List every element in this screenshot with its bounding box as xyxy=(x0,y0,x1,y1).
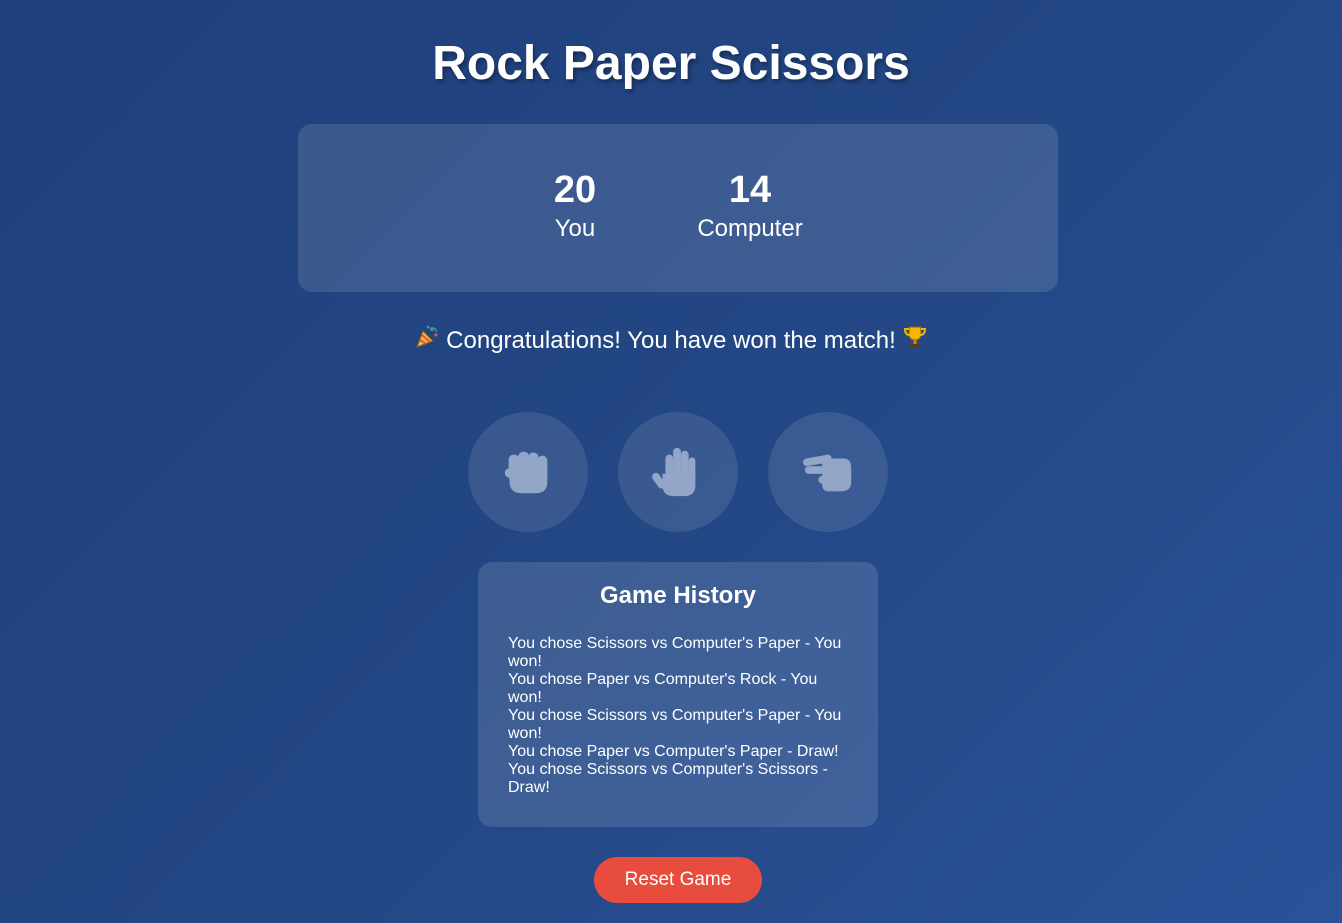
game-history-title: Game History xyxy=(599,582,757,609)
page-title: Rock Paper Scissors xyxy=(432,37,910,90)
history-item: You chose Scissors vs Computer's Paper -… xyxy=(508,635,842,670)
reset-game-button[interactable]: Reset Game xyxy=(594,857,762,903)
trophy-icon xyxy=(902,324,928,359)
computer-score-value: 14 xyxy=(728,169,772,211)
paper-button[interactable] xyxy=(618,412,738,532)
computer-score-label: Computer xyxy=(697,215,803,242)
rock-fist-icon xyxy=(504,451,548,494)
history-item: You chose Paper vs Computer's Rock - You… xyxy=(508,671,818,706)
player-score: 20 You xyxy=(495,168,655,244)
scissors-button[interactable] xyxy=(768,412,888,532)
game-history-panel: Game History You chose Scissors vs Compu… xyxy=(478,562,878,827)
player-score-value: 20 xyxy=(553,169,597,211)
game-history-list: You chose Scissors vs Computer's Paper -… xyxy=(508,635,853,797)
result-message-text: Congratulations! You have won the match! xyxy=(446,326,896,354)
history-item: You chose Scissors vs Computer's Paper -… xyxy=(508,707,842,742)
computer-score: 14 Computer xyxy=(670,168,830,244)
player-score-label: You xyxy=(554,215,596,242)
scissors-hand-icon xyxy=(803,454,852,492)
paper-hand-icon xyxy=(652,447,696,497)
history-item: You chose Scissors vs Computer's Scissor… xyxy=(508,761,828,796)
result-message: Congratulations! You have won the match! xyxy=(0,324,1342,359)
scoreboard: 20 You 14 Computer xyxy=(298,124,1058,292)
rock-button[interactable] xyxy=(468,412,588,532)
party-popper-icon xyxy=(414,324,440,359)
history-item: You chose Paper vs Computer's Paper - Dr… xyxy=(508,743,839,760)
